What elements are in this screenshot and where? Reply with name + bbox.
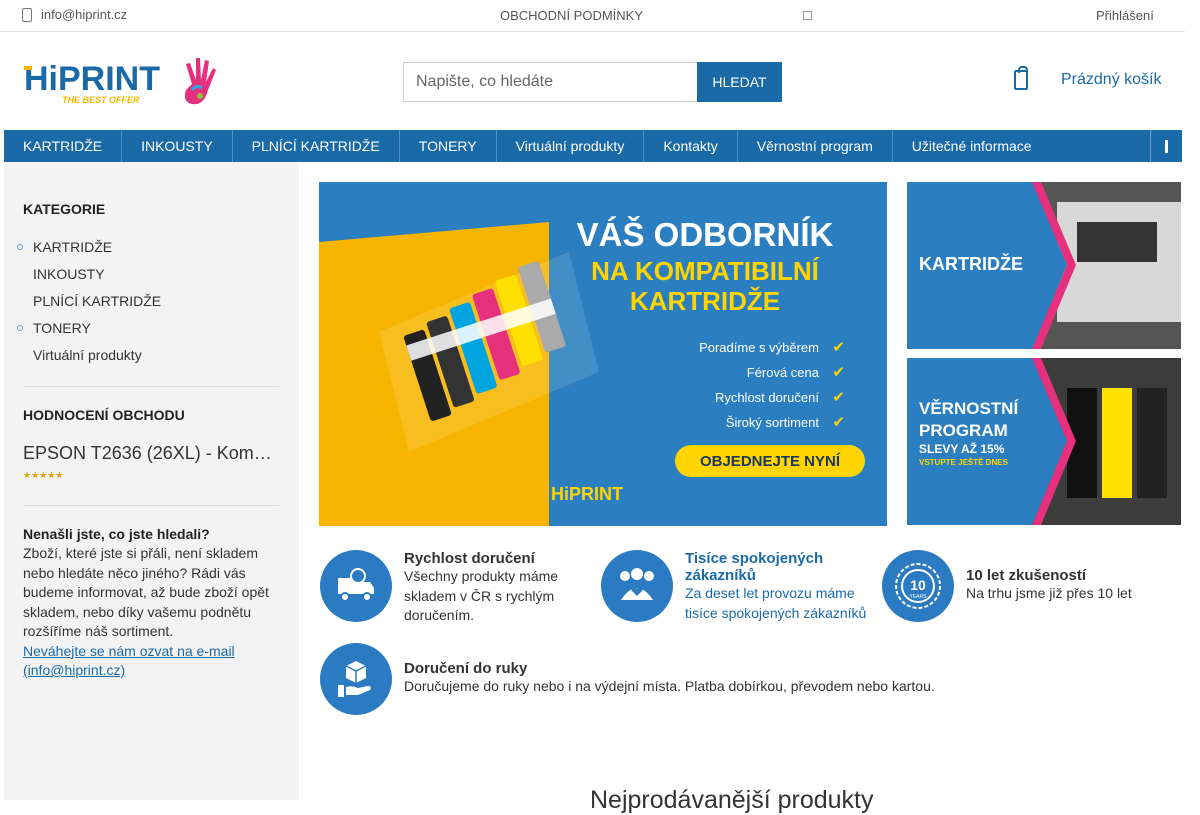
benefit-title: Tisíce spokojených zákazníků xyxy=(685,550,824,584)
email-text: info@hiprint.cz xyxy=(41,7,128,22)
benefit-desc: Na trhu jsme již přes 10 let xyxy=(966,585,1132,601)
delivery-truck-icon xyxy=(320,550,392,622)
benefit-desc: Všechny produkty máme skladem v ČR s ryc… xyxy=(404,568,559,623)
hand-package-icon xyxy=(320,643,392,715)
nav-item-uzitecne-informace[interactable]: Užitečné informace xyxy=(893,130,1051,162)
nav-item-vernostni-program[interactable]: Věrnostní program xyxy=(738,130,893,162)
category-item-virtualni-produkty[interactable]: Virtuální produkty xyxy=(23,347,279,374)
site-logo[interactable]: HiPRINT THE BEST OFFER xyxy=(22,50,222,112)
category-item-inkousty[interactable]: INKOUSTY xyxy=(23,266,279,293)
banner-title-line2: NA KOMPATIBILNÍ KARTRIDŽE xyxy=(591,256,819,316)
ten-years-badge-icon: 10 YEARS xyxy=(882,550,954,622)
rating-title: HODNOCENÍ OBCHODU xyxy=(23,407,185,423)
nav-item-kartridze[interactable]: KARTRIDŽE xyxy=(4,130,123,162)
hiprint-logo-icon: HiPRINT THE BEST OFFER xyxy=(24,58,216,105)
kartridze-banner-text: KARTRIDŽE xyxy=(919,254,1023,274)
nav-more-button[interactable] xyxy=(1150,130,1182,162)
main-promo-banner[interactable]: VÁŠ ODBORNÍK NA KOMPATIBILNÍ KARTRIDŽE P… xyxy=(319,182,887,526)
contact-email-link[interactable]: Neváhejte se nám ozvat na e-mail (info@h… xyxy=(23,642,279,681)
cart-link[interactable]: Prázdný košík xyxy=(1014,66,1162,90)
nav-item-kontakty[interactable]: Kontakty xyxy=(644,130,738,162)
email-link[interactable]: info@hiprint.cz xyxy=(22,7,127,22)
benefit-title: Doručení do ruky xyxy=(404,660,528,677)
placeholder-icon xyxy=(803,11,812,20)
loyalty-banner-discount: SLEVY AŽ 15% xyxy=(919,442,1005,456)
search-form: HLEDAT xyxy=(403,62,782,102)
nav-item-plnici-kartridze[interactable]: PLNÍCÍ KARTRIDŽE xyxy=(233,130,400,162)
search-button[interactable]: HLEDAT xyxy=(697,62,782,102)
contact-text: Zboží, které jste si přáli, není skladem… xyxy=(23,545,269,639)
loyalty-banner-title: VĚRNOSTNÍ PROGRAM xyxy=(919,399,1019,440)
sidebar-divider xyxy=(23,386,279,387)
banner-title-line1: VÁŠ ODBORNÍK xyxy=(576,216,834,253)
phone-icon xyxy=(22,7,32,22)
menu-icon xyxy=(1165,139,1168,153)
kartridze-banner[interactable]: KARTRIDŽE xyxy=(907,182,1181,349)
banner-logo: HiPRINT xyxy=(551,484,623,504)
benefit-title: Rychlost doručení xyxy=(404,550,535,567)
loyalty-banner-cta: VSTUPTE JEŠTĚ DNES xyxy=(919,458,1008,467)
banner-cta: OBJEDNEJTE NYNÍ xyxy=(675,445,865,477)
sidebar-divider xyxy=(23,505,279,506)
banner-features: Poradíme s výběrem Férová cena Rychlost … xyxy=(649,338,845,440)
contact-question: Nenašli jste, co jste hledali? xyxy=(23,526,210,542)
loyalty-banner[interactable]: VĚRNOSTNÍ PROGRAM SLEVY AŽ 15% VSTUPTE J… xyxy=(907,358,1181,525)
nav-item-tonery[interactable]: TONERY xyxy=(400,130,497,162)
top-bar: info@hiprint.cz OBCHODNÍ PODMÍNKY Přihlá… xyxy=(0,0,1185,32)
bestsellers-heading: Nejprodávanější produkty xyxy=(590,786,874,814)
benefit-experience: 10 YEARS 10 let zkušeností Na trhu jsme j… xyxy=(882,550,1172,622)
rating-stars: ★★★★★ xyxy=(23,470,64,480)
login-link[interactable]: Přihlášení xyxy=(1096,8,1154,23)
sidebar: KATEGORIE KARTRIDŽE INKOUSTY PLNÍCÍ KART… xyxy=(4,162,299,800)
nav-item-virtualni-produkty[interactable]: Virtuální produkty xyxy=(497,130,645,162)
benefit-delivery: Rychlost doručení Všechny produkty máme … xyxy=(320,550,580,626)
search-input[interactable] xyxy=(403,62,697,102)
terms-link[interactable]: OBCHODNÍ PODMÍNKY xyxy=(500,8,643,23)
svg-text:YEARS: YEARS xyxy=(910,594,928,600)
benefit-title: 10 let zkušeností xyxy=(966,567,1087,584)
banner-feature: Široký sortiment xyxy=(649,413,845,440)
category-list: KARTRIDŽE INKOUSTY PLNÍCÍ KARTRIDŽE TONE… xyxy=(17,239,279,374)
logo-wordmark: HiPRINT xyxy=(24,60,160,98)
benefit-customers: Tisíce spokojených zákazníků Za deset le… xyxy=(601,550,871,623)
benefit-desc: Doručujeme do ruky nebo i na výdejní mís… xyxy=(404,678,935,694)
nav-item-inkousty[interactable]: INKOUSTY xyxy=(122,130,233,162)
rating-product[interactable]: EPSON T2636 (26XL) - Kompatibilní xyxy=(23,443,275,464)
benefit-desc: Za deset let provozu máme tisíce spokoje… xyxy=(685,585,867,621)
cart-label: Prázdný košík xyxy=(1061,71,1162,88)
category-item-kartridze[interactable]: KARTRIDŽE xyxy=(17,239,279,266)
category-item-tonery[interactable]: TONERY xyxy=(17,320,279,347)
categories-title: KATEGORIE xyxy=(23,201,106,217)
svg-text:10: 10 xyxy=(910,577,926,593)
banner-feature: Poradíme s výběrem xyxy=(649,338,845,365)
benefit-hand-delivery: Doručení do ruky Doručujeme do ruky nebo… xyxy=(320,643,980,715)
logo-tagline: THE BEST OFFER xyxy=(62,95,140,105)
customers-heart-icon xyxy=(601,550,673,622)
main-navigation: KARTRIDŽE INKOUSTY PLNÍCÍ KARTRIDŽE TONE… xyxy=(4,130,1182,162)
banner-feature: Férová cena xyxy=(649,363,845,390)
category-item-plnici-kartridze[interactable]: PLNÍCÍ KARTRIDŽE xyxy=(23,293,279,320)
shopping-bag-icon xyxy=(1014,66,1028,90)
banner-feature: Rychlost doručení xyxy=(649,388,845,415)
